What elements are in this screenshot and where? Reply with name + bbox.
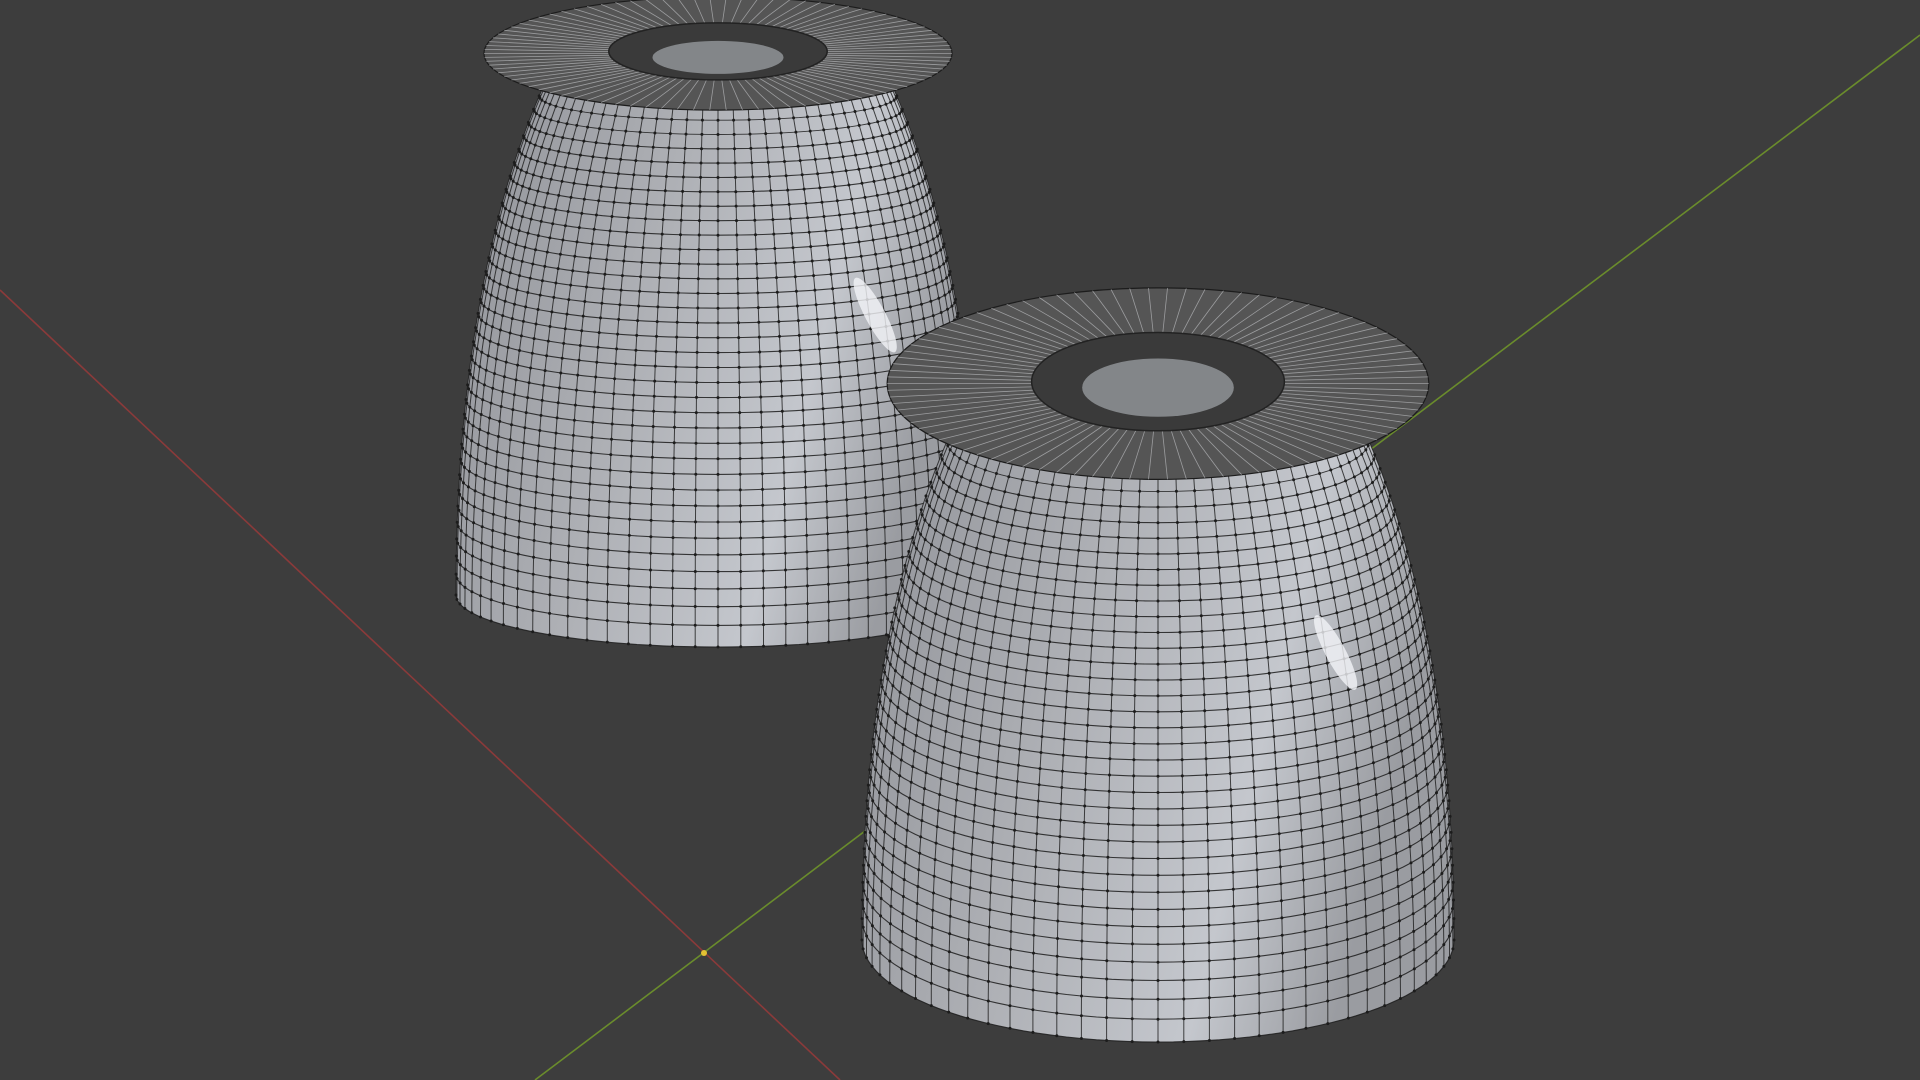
dome-mesh-back[interactable]: [454, 0, 982, 649]
dome-mesh-front[interactable]: [860, 287, 1456, 1044]
3d-viewport[interactable]: [0, 0, 1920, 1080]
world-origin-marker: [701, 950, 707, 956]
mesh-inner-star: [652, 40, 784, 74]
mesh-inner-star: [1082, 358, 1234, 417]
viewport-canvas[interactable]: [0, 0, 1920, 1080]
